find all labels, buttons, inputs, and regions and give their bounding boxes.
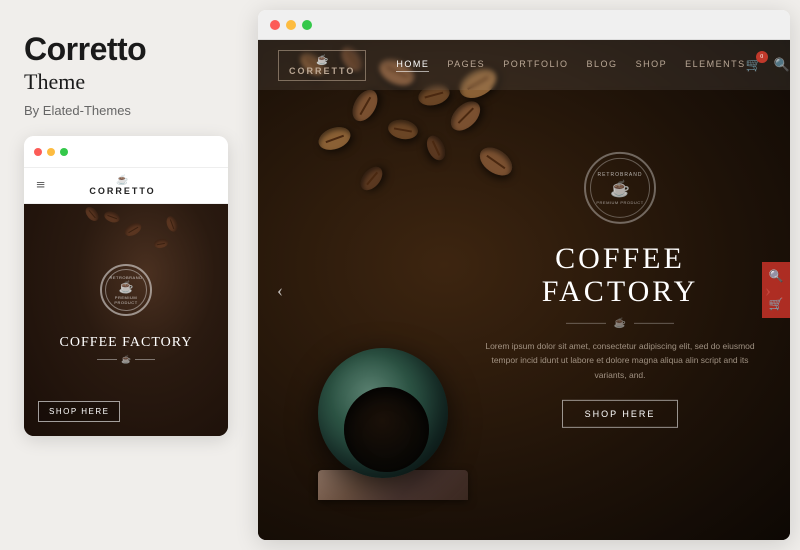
nav-links: HOME PAGES PORTFOLIO BLOG SHOP ELEMENTS: [396, 59, 745, 72]
mobile-dot-green: [60, 148, 68, 156]
side-icons: 🔍 🛒: [762, 262, 790, 318]
cart-icon[interactable]: 🛒 0: [746, 57, 762, 73]
website-content: ☕ CORRETTO HOME PAGES PORTFOLIO BLOG SHO…: [258, 40, 790, 540]
mobile-headline: COFFEE FACTORY ☕: [24, 335, 228, 364]
nav-logo: ☕ CORRETTO: [278, 50, 366, 81]
theme-title: Corretto: [24, 32, 224, 67]
browser-dot-red: [270, 20, 280, 30]
mobile-dot-yellow: [47, 148, 55, 156]
desktop-coffee-bean: [347, 86, 382, 126]
cart-badge: 0: [756, 51, 768, 63]
website-nav: ☕ CORRETTO HOME PAGES PORTFOLIO BLOG SHO…: [258, 40, 790, 90]
right-panel: ☕ CORRETTO HOME PAGES PORTFOLIO BLOG SHO…: [248, 0, 800, 550]
mobile-divider-line-right: [135, 359, 155, 360]
badge-bottom-label: PREMIUM PRODUCT: [596, 199, 643, 204]
coffee-cup-inner: [344, 387, 429, 472]
nav-link-shop[interactable]: SHOP: [636, 59, 668, 72]
mobile-nav: ≡ ☕ CORRETTO: [24, 168, 228, 204]
desktop-coffee-bean: [315, 123, 353, 154]
nav-logo-text: CORRETTO: [289, 66, 355, 76]
mobile-logo-coffee-icon: ☕: [116, 175, 128, 186]
nav-link-portfolio[interactable]: PORTFOLIO: [503, 59, 568, 72]
nav-link-blog[interactable]: BLOG: [587, 59, 618, 72]
badge-coffee-icon: ☕: [610, 178, 630, 198]
side-icon-cart[interactable]: 🛒: [762, 290, 790, 318]
mobile-badge-inner: RETROBRAND ☕ PREMIUM PRODUCT: [105, 269, 147, 311]
mobile-badge: RETROBRAND ☕ PREMIUM PRODUCT: [100, 264, 152, 316]
mobile-headline-text: COFFEE FACTORY: [24, 335, 228, 351]
website-description: Lorem ipsum dolor sit amet, consectetur …: [480, 339, 760, 382]
mobile-logo-text: CORRETTO: [89, 186, 155, 196]
website-overlay: RETROBRAND ☕ PREMIUM PRODUCT COFFEE FACT…: [480, 152, 760, 428]
mobile-top-bar: [24, 136, 228, 168]
website-divider-line-right: [634, 323, 674, 324]
website-badge-inner: RETROBRAND ☕ PREMIUM PRODUCT: [590, 158, 650, 218]
slider-arrow-left[interactable]: ‹: [266, 276, 294, 304]
coffee-cup-outer: [318, 348, 448, 478]
mobile-mockup: ≡ ☕ CORRETTO RETROBRAND ☕ PREMIUM PRODUC…: [24, 136, 228, 436]
website-badge: RETROBRAND ☕ PREMIUM PRODUCT: [584, 152, 656, 224]
mobile-divider-line-left: [97, 359, 117, 360]
browser-dot-yellow: [286, 20, 296, 30]
nav-logo-coffee-icon: ☕: [316, 55, 328, 66]
mobile-divider: ☕: [24, 355, 228, 364]
website-divider-line-left: [566, 323, 606, 324]
desktop-coffee-bean: [423, 133, 448, 163]
mobile-badge-bottom-text: PREMIUM PRODUCT: [106, 295, 146, 305]
nav-link-home[interactable]: HOME: [396, 59, 429, 72]
theme-author: By Elated-Themes: [24, 103, 224, 118]
website-shop-here-button[interactable]: SHOP HERE: [562, 400, 679, 428]
left-panel: Corretto Theme By Elated-Themes ≡ ☕ CORR…: [0, 0, 248, 550]
website-divider: ☕: [480, 318, 760, 329]
nav-icons: 🛒 0 🔍 ☰: [746, 57, 790, 73]
mobile-badge-coffee-icon: ☕: [119, 280, 134, 295]
search-icon[interactable]: 🔍: [774, 57, 790, 73]
website-headline: COFFEE FACTORY: [480, 242, 760, 308]
desktop-coffee-bean: [356, 163, 386, 195]
coffee-cup: [318, 348, 468, 500]
mobile-content-area: RETROBRAND ☕ PREMIUM PRODUCT COFFEE FACT…: [24, 204, 228, 436]
theme-subtitle: Theme: [24, 69, 224, 95]
mobile-dot-red: [34, 148, 42, 156]
mobile-shop-here-button[interactable]: shop HeRE: [38, 401, 120, 422]
nav-link-elements[interactable]: ELEMENTS: [685, 59, 746, 72]
desktop-coffee-bean: [387, 118, 420, 142]
mobile-divider-coffee-icon: ☕: [121, 355, 131, 364]
browser-mockup: ☕ CORRETTO HOME PAGES PORTFOLIO BLOG SHO…: [258, 10, 790, 540]
browser-dot-green: [302, 20, 312, 30]
mobile-hamburger-icon[interactable]: ≡: [36, 177, 45, 195]
desktop-coffee-bean: [445, 96, 485, 136]
browser-top-bar: [258, 10, 790, 40]
badge-top-label: RETROBRAND: [597, 171, 642, 177]
website-divider-coffee-icon: ☕: [614, 318, 626, 329]
nav-link-pages[interactable]: PAGES: [447, 59, 485, 72]
side-icon-search[interactable]: 🔍: [762, 262, 790, 290]
